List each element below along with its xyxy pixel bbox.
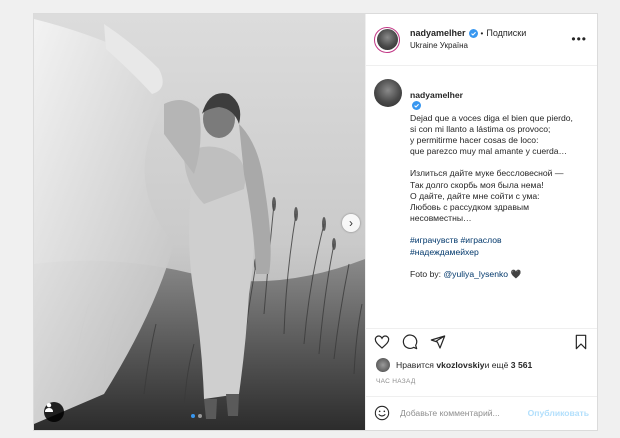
- photo-credit: Foto by: @yuliya_lysenko 🖤: [410, 269, 588, 280]
- verified-badge-icon: [468, 29, 478, 38]
- post-photo[interactable]: ›: [34, 14, 365, 430]
- caption-hashtags[interactable]: #играчувств #играслов #надеждамейхер: [410, 235, 588, 257]
- separator-dot: •: [480, 28, 484, 38]
- carousel-dot: [198, 414, 202, 418]
- action-bar: [366, 328, 597, 354]
- post-timestamp[interactable]: ЧАС НАЗАД: [376, 378, 416, 385]
- author-username[interactable]: nadyamelher: [410, 28, 466, 39]
- caption-comment: nadyamelher Dejad que a voces diga el bi…: [374, 79, 589, 280]
- author-avatar[interactable]: [374, 26, 400, 53]
- comment-input[interactable]: [400, 408, 520, 418]
- credit-mention[interactable]: @yuliya_lysenko: [443, 269, 508, 279]
- next-slide-button[interactable]: ›: [342, 214, 360, 232]
- liker-avatar: [376, 358, 390, 372]
- caption-text-block: nadyamelher Dejad que a voces diga el bi…: [410, 79, 588, 280]
- post-location[interactable]: Ukraine Україна: [410, 41, 526, 51]
- likes-prefix: Нравится: [396, 360, 434, 370]
- carousel-dot-active: [191, 414, 195, 418]
- black-heart-emoji: 🖤: [510, 268, 522, 279]
- following-button[interactable]: Подписки: [486, 28, 526, 39]
- likes-summary[interactable]: Нравится vkozlovskiy и ещё 3 561: [376, 358, 532, 372]
- credit-prefix: Foto by:: [410, 268, 444, 279]
- comments-list: nadyamelher Dejad que a voces diga el bi…: [366, 67, 597, 328]
- caption-author-avatar[interactable]: [374, 79, 402, 107]
- caption-username[interactable]: nadyamelher: [410, 90, 463, 100]
- next-arrow-icon: ›: [349, 216, 353, 230]
- user-tag-icon: [45, 403, 53, 412]
- carousel-indicator: [191, 414, 202, 418]
- post-modal: › nadyamelher • Подписки Ukraine Україна…: [33, 13, 598, 431]
- bookmark-icon[interactable]: [573, 334, 589, 350]
- liker-username[interactable]: vkozlovskiy: [436, 360, 484, 370]
- share-icon[interactable]: [430, 334, 446, 350]
- comment-composer: Опубликовать: [366, 396, 597, 429]
- publish-comment-button[interactable]: Опубликовать: [528, 408, 589, 418]
- post-header: nadyamelher • Подписки Ukraine Україна •…: [366, 14, 597, 66]
- more-options-icon[interactable]: •••: [571, 32, 587, 46]
- post-sidebar: nadyamelher • Подписки Ukraine Україна •…: [365, 14, 597, 430]
- comment-icon[interactable]: [402, 333, 418, 350]
- user-tag-button[interactable]: [44, 402, 64, 422]
- photo-illustration: [34, 14, 365, 430]
- likes-count[interactable]: 3 561: [511, 360, 533, 370]
- heart-icon[interactable]: [374, 334, 390, 350]
- verified-badge-icon: [412, 101, 421, 111]
- caption-text-es: Dejad que a voces diga el bien que pierd…: [410, 112, 573, 157]
- emoji-icon[interactable]: [374, 405, 390, 421]
- caption-text-ru: Излиться дайте муке бессловесной — Так д…: [410, 168, 564, 224]
- likes-middle: и ещё: [484, 360, 509, 370]
